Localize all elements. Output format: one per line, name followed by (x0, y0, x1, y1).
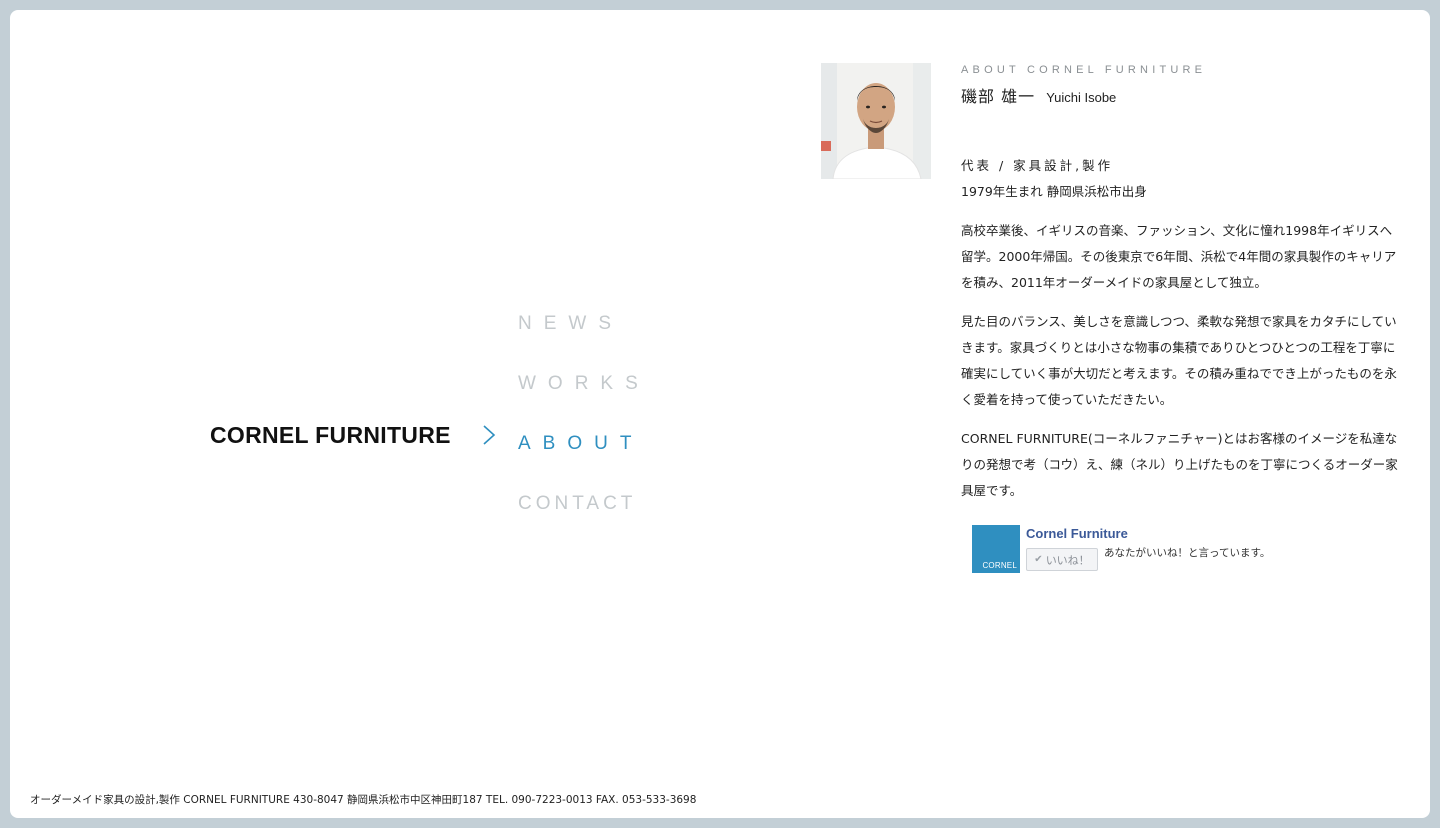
nav-item-contact[interactable]: CONTACT (518, 490, 636, 518)
footer-address: オーダーメイド家具の設計,製作 CORNEL FURNITURE 430-804… (30, 794, 697, 806)
profile-role: 代表 / 家具設計,製作 (961, 158, 1114, 173)
profile-origin: 1979年生まれ 静岡県浜松市出身 (961, 184, 1147, 199)
bio-paragraph: 高校卒業後、イギリスの音楽、ファッション、文化に憧れ1998年イギリスへ留学。2… (961, 223, 1397, 290)
name-japanese: 磯部 雄一 (961, 87, 1036, 106)
chevron-right-icon (480, 424, 500, 446)
nav-item-news[interactable]: NEWS (518, 310, 623, 338)
section-label: ABOUT CORNEL FURNITURE (961, 64, 1207, 76)
name-english: Yuichi Isobe (1046, 90, 1117, 105)
site-logo[interactable]: CORNEL FURNITURE (210, 418, 470, 452)
facebook-page-link[interactable]: Cornel Furniture (1026, 525, 1128, 543)
facebook-like-box: CORNEL Cornel Furniture ✔ いいね！ あなたがいいね！と… (972, 525, 1272, 581)
like-button[interactable]: ✔ いいね！ (1026, 548, 1098, 571)
profile-photo (821, 63, 931, 179)
checkmark-icon: ✔ (1034, 554, 1043, 565)
profile-name: 磯部 雄一 Yuichi Isobe (961, 85, 1401, 109)
like-button-label: いいね！ (1045, 553, 1090, 567)
like-status-text: あなたがいいね！と言っています。 (1104, 547, 1271, 559)
bio-paragraph: CORNEL FURNITURE(コーネルファニチャー)とはお客様のイメージを私… (961, 431, 1398, 498)
nav-item-works[interactable]: WORKS (518, 370, 650, 398)
about-section: ABOUT CORNEL FURNITURE 磯部 雄一 Yuichi Isob… (961, 62, 1401, 504)
facebook-page-logo[interactable]: CORNEL (972, 525, 1020, 573)
bio-paragraph: 見た目のバランス、美しさを意識しつつ、柔軟な発想で家具をカタチにしていきます。家… (961, 314, 1397, 407)
facebook-page-logo-text: CORNEL (982, 561, 1017, 570)
page-frame: CORNEL FURNITURE NEWS WORKS ABOUT CONTAC… (10, 10, 1430, 818)
nav-item-about[interactable]: ABOUT (518, 430, 643, 458)
